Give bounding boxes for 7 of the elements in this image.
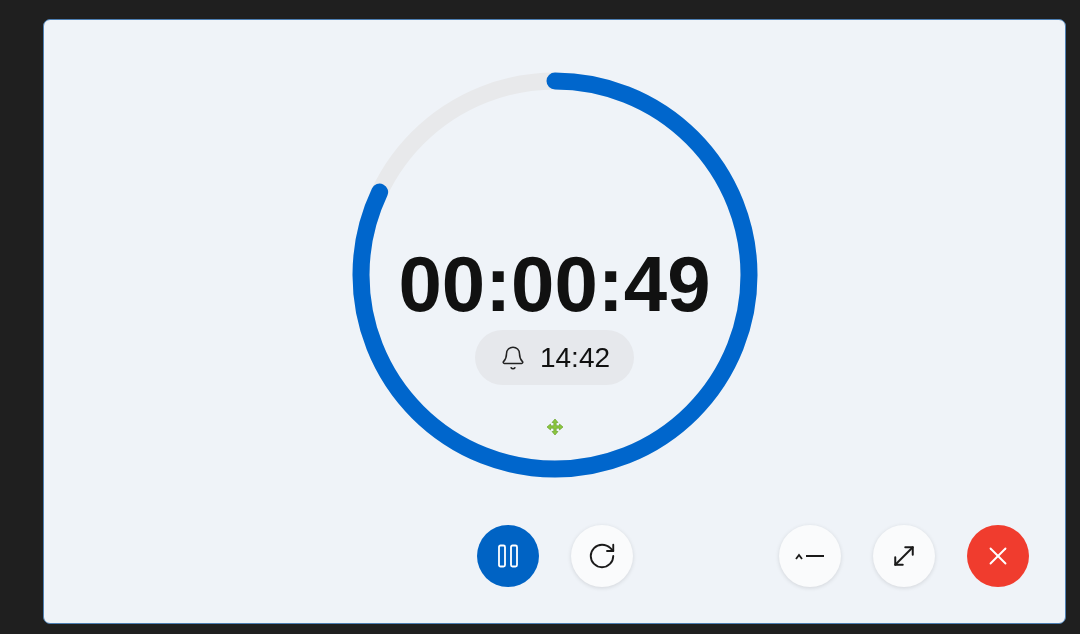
- restart-button[interactable]: [570, 525, 633, 587]
- expand-button[interactable]: [873, 525, 935, 587]
- move-cursor-icon: [545, 418, 564, 436]
- alarm-time: 14:42: [539, 343, 611, 372]
- bell-icon: [499, 344, 526, 371]
- caret-dash-icon: [795, 552, 825, 560]
- remaining-time: 00:00:49: [398, 245, 711, 323]
